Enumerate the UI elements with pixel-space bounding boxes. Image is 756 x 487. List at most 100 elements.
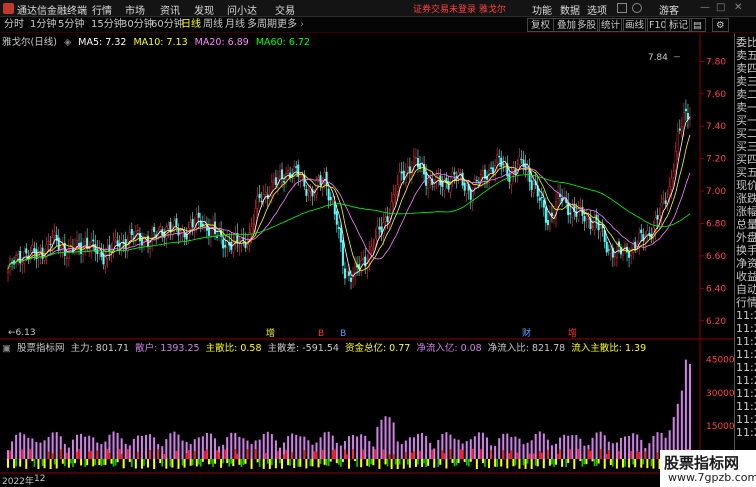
side-panel-item[interactable]: 买二 [736,127,756,140]
side-panel-item[interactable]: 涨幅 [736,205,756,218]
side-panel-item[interactable]: 11:29 [736,309,756,322]
main-bar-green [70,459,72,464]
menu-quotes[interactable]: 行情 [92,2,112,17]
window-icon[interactable] [617,3,627,13]
side-panel-item[interactable]: 买一 [736,114,756,127]
statistics-button[interactable]: 统计 [597,18,625,32]
retail-bar [591,437,594,459]
settings-icon[interactable]: ⚙ [712,18,729,32]
side-panel-item[interactable]: 收益 [736,270,756,283]
close-icon[interactable]: ✕ [734,2,742,13]
menu-options[interactable]: 选项 [587,2,607,17]
menu-data[interactable]: 数据 [560,2,580,17]
indicator-toggle-icon[interactable]: ▣ [2,343,11,354]
tab-weekly[interactable]: 周线 [203,18,223,32]
main-bar-green [612,459,614,467]
menu-trade[interactable]: 交易 [275,2,295,17]
menu-ask[interactable]: 问小达 [227,2,257,17]
mark-button[interactable]: 标记 [665,18,693,32]
side-panel-item[interactable]: 11:29 [736,322,756,335]
main-bar-yellow [122,459,125,469]
candle-body [686,113,689,120]
tab-timeshare[interactable]: 分时 [4,18,24,32]
main-bar-green [94,459,97,465]
side-panel-item[interactable]: 买五 [736,166,756,179]
menu-discover[interactable]: 发现 [194,2,214,17]
tab-daily[interactable]: 日线 [181,18,201,32]
multi-stock-button[interactable]: 多股 [573,18,601,32]
side-panel-item[interactable]: 买四 [736,153,756,166]
main-bar-red [441,450,444,459]
main-bar-yellow [165,459,168,469]
side-panel-item[interactable]: 11:29 [736,374,756,387]
main-bar-yellow [37,459,40,469]
side-panel-item[interactable]: 11:29 [736,426,756,439]
main-bar-green [642,459,645,465]
side-panel-item[interactable]: 买三 [736,140,756,153]
side-panel-item[interactable]: 涨跌 [736,192,756,205]
main-retail-diff: 主散差: -591.54 [267,343,339,354]
main-bar-green [289,459,291,466]
main-bar-red [547,449,549,459]
retail-bar [563,434,566,459]
main-bar-green [340,459,342,467]
menu-news[interactable]: 资讯 [160,2,180,17]
retail-bar [477,432,480,459]
tab-monthly[interactable]: 月线 [225,18,245,32]
retail-bar [534,434,537,459]
draw-line-button[interactable]: 画线 [621,18,649,32]
side-panel-item[interactable]: 11:29 [736,361,756,374]
tab-multiperiod[interactable]: 多周期 [247,18,277,32]
side-panel-item[interactable]: 自动 [736,283,756,296]
main-bar-yellow [104,459,107,465]
side-panel-item[interactable]: 净资 [736,257,756,270]
side-panel-item[interactable]: 换手 [736,244,756,257]
main-bar-yellow [238,459,241,465]
main-bar-red [126,449,129,459]
menu-market[interactable]: 市场 [125,2,145,17]
side-panel-item[interactable]: 外盘 [736,231,756,244]
retail-bar [189,444,192,459]
more-chevron-icon[interactable]: › [300,18,304,32]
side-panel-item[interactable]: 委比 [736,36,756,49]
user-icon[interactable] [632,3,642,13]
tab-30min[interactable]: 30分钟 [121,18,154,32]
retail-bar [688,364,691,459]
main-bar-red [605,453,608,459]
side-panel-item[interactable]: 11:29 [736,335,756,348]
tab-60min[interactable]: 60分钟 [151,18,184,32]
main-bar-red [352,449,354,459]
tab-15min[interactable]: 15分钟 [91,18,124,32]
main-bar-yellow [13,459,16,469]
side-panel-item[interactable]: 11:29 [736,387,756,400]
layout-icon[interactable]: ▤ [689,18,706,32]
tab-1min[interactable]: 1分钟 [30,18,56,32]
side-panel-item[interactable]: 行情 [736,296,756,309]
side-panel-item[interactable]: 卖三 [736,75,756,88]
retail-bar [615,442,618,459]
restore-rights-button[interactable]: 复权 [527,18,555,32]
side-panel-item[interactable]: 卖一 [736,101,756,114]
side-panel-item[interactable]: 总量 [736,218,756,231]
side-panel-item[interactable]: 11:29 [736,348,756,361]
side-panel-item[interactable]: 11:29 [736,413,756,426]
side-panel-item[interactable]: 卖五 [736,49,756,62]
indicator-name[interactable]: 股票指标网 [17,343,65,354]
candle-body [218,231,221,236]
side-panel-item[interactable]: 卖四 [736,62,756,75]
tab-more[interactable]: 更多 [277,18,297,32]
main-bar-red [59,449,62,459]
side-panel-item[interactable]: 11:29 [736,400,756,413]
maximize-icon[interactable]: □ [716,2,725,13]
main-bar-yellow [195,459,198,467]
side-panel-item[interactable]: 现价 [736,179,756,192]
period-toolbar: 分时 1分钟 5分钟 15分钟 30分钟 60分钟 日线 周线 月线 多周期 更… [0,17,756,33]
retail-bar [327,431,330,459]
menu-function[interactable]: 功能 [532,2,552,17]
tab-5min[interactable]: 5分钟 [58,18,84,32]
minimize-icon[interactable]: — [700,2,710,13]
menu-guest[interactable]: 游客 [659,2,679,17]
main-bar-red [137,451,139,459]
side-panel-item[interactable]: 卖二 [736,88,756,101]
kline-chart[interactable]: 7.80 7.60 7.40 7.20 7.00 6.80 6.60 6.40 6.20 7.84… [0,33,734,487]
